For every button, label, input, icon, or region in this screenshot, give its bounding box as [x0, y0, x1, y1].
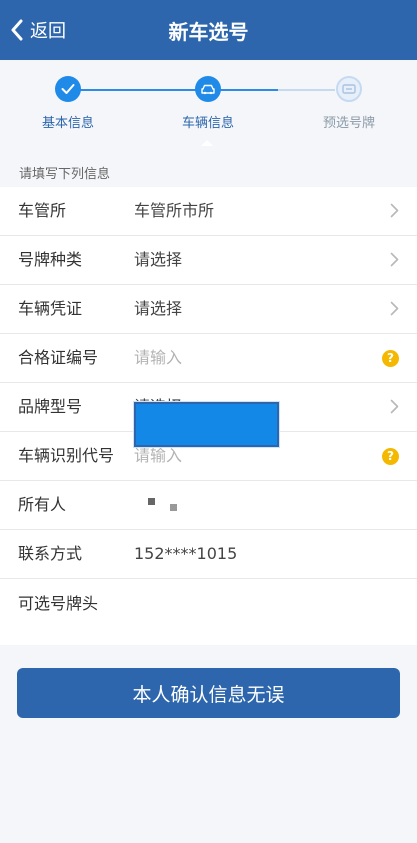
- chevron-left-icon: [11, 19, 23, 41]
- form-hint: 请填写下列信息: [19, 167, 111, 182]
- check-icon: [55, 76, 81, 102]
- row-label: 车管所: [18, 201, 67, 220]
- row-label: 可选号牌头: [18, 594, 99, 613]
- plate-head-input[interactable]: [134, 402, 279, 447]
- vehicle-office-value: 车管所市所: [134, 201, 215, 220]
- plate-type-value: 请选择: [134, 250, 183, 269]
- car-icon: [195, 76, 221, 102]
- step-plate-preselect: 预选号牌: [309, 76, 389, 131]
- row-contact: 联系方式 152****1015: [0, 530, 417, 579]
- row-plate-head: 可选号牌头: [0, 579, 417, 645]
- confirm-button[interactable]: 本人确认信息无误: [17, 668, 400, 718]
- row-label: 合格证编号: [18, 348, 99, 367]
- question-icon[interactable]: ?: [382, 350, 399, 367]
- chevron-right-icon: [390, 301, 399, 316]
- row-label: 联系方式: [18, 544, 83, 563]
- chevron-right-icon: [390, 399, 399, 414]
- back-button[interactable]: 返回: [10, 0, 66, 60]
- row-label: 车辆凭证: [18, 299, 83, 318]
- question-icon[interactable]: ?: [382, 448, 399, 465]
- step-label: 车辆信息: [181, 116, 234, 131]
- row-label: 号牌种类: [18, 250, 83, 269]
- stepper: 基本信息 车辆信息 预选号牌: [0, 60, 417, 152]
- row-certificate-number: 合格证编号 请输入 ?: [0, 334, 417, 383]
- chevron-right-icon: [390, 203, 399, 218]
- step-label: 基本信息: [41, 116, 94, 131]
- back-label: 返回: [30, 21, 66, 42]
- certificate-number-input[interactable]: 请输入: [134, 334, 182, 382]
- row-vehicle-office[interactable]: 车管所 车管所市所: [0, 187, 417, 236]
- license-plate-icon: [336, 76, 362, 102]
- navbar: 返回 新车选号: [0, 0, 417, 60]
- row-owner: 所有人: [0, 481, 417, 530]
- vehicle-certificate-value: 请选择: [134, 299, 183, 318]
- step-vehicle-info: 车辆信息: [168, 76, 248, 131]
- row-label: 所有人: [18, 495, 67, 514]
- contact-value: 152****1015: [134, 544, 238, 563]
- step-label: 预选号牌: [322, 116, 375, 131]
- row-vehicle-certificate[interactable]: 车辆凭证 请选择: [0, 285, 417, 334]
- row-label: 车辆识别代号: [18, 446, 115, 465]
- step-basic-info: 基本信息: [28, 76, 108, 131]
- row-label: 品牌型号: [18, 397, 83, 416]
- chevron-right-icon: [390, 252, 399, 267]
- active-step-pointer: [201, 140, 213, 146]
- row-plate-type[interactable]: 号牌种类 请选择: [0, 236, 417, 285]
